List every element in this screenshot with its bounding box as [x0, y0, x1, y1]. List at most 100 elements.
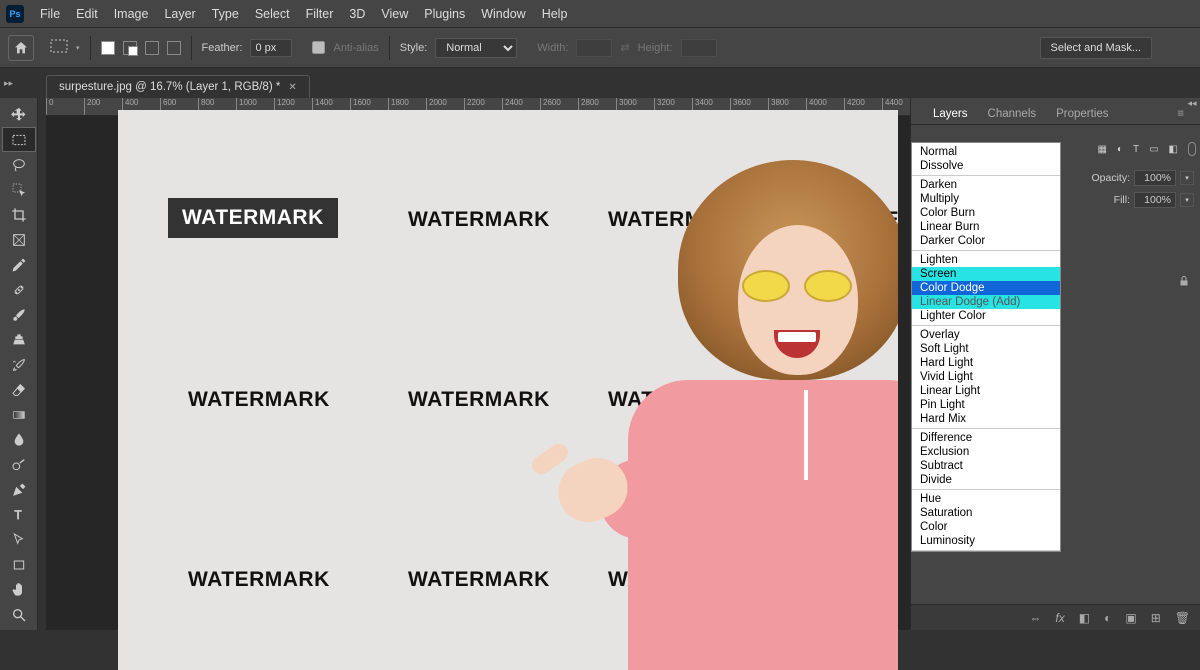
style-select[interactable]: Normal: [435, 38, 517, 58]
blend-mode-option[interactable]: Saturation: [912, 506, 1060, 520]
eyedropper-tool[interactable]: [2, 252, 36, 277]
blend-mode-option[interactable]: Lighten: [912, 253, 1060, 267]
shape-tool[interactable]: [2, 552, 36, 577]
new-layer-icon[interactable]: ⊞: [1151, 611, 1161, 625]
group-icon[interactable]: ▣: [1125, 611, 1136, 625]
delete-layer-icon[interactable]: 🗑: [1175, 611, 1190, 625]
marquee-tool-icon[interactable]: [50, 39, 68, 56]
pen-tool[interactable]: [2, 477, 36, 502]
blend-mode-option[interactable]: Color: [912, 520, 1060, 534]
blur-tool[interactable]: [2, 427, 36, 452]
menu-window[interactable]: Window: [473, 7, 533, 21]
spot-healing-tool[interactable]: [2, 277, 36, 302]
blend-mode-option[interactable]: Hue: [912, 492, 1060, 506]
hand-tool[interactable]: [2, 577, 36, 602]
blend-mode-dropdown[interactable]: NormalDissolveDarkenMultiplyColor BurnLi…: [911, 142, 1061, 552]
menu-filter[interactable]: Filter: [298, 7, 342, 21]
tab-channels[interactable]: Channels: [978, 104, 1047, 124]
lasso-tool[interactable]: [2, 152, 36, 177]
gradient-tool[interactable]: [2, 402, 36, 427]
blend-mode-option[interactable]: Exclusion: [912, 445, 1060, 459]
document-canvas[interactable]: WATERMARK WATERMARK WATERMARK WATERMARK …: [118, 110, 898, 670]
blend-mode-option[interactable]: Pin Light: [912, 398, 1060, 412]
select-and-mask-button[interactable]: Select and Mask...: [1040, 37, 1153, 59]
blend-mode-option[interactable]: Color Dodge: [912, 281, 1060, 295]
zoom-tool[interactable]: [2, 602, 36, 627]
menu-file[interactable]: File: [32, 7, 68, 21]
object-selection-tool[interactable]: [2, 177, 36, 202]
dodge-tool[interactable]: [2, 452, 36, 477]
document-tab[interactable]: surpesture.jpg @ 16.7% (Layer 1, RGB/8) …: [46, 75, 310, 98]
selection-subtract-icon[interactable]: [145, 41, 159, 55]
menu-plugins[interactable]: Plugins: [416, 7, 473, 21]
menu-view[interactable]: View: [373, 7, 416, 21]
layer-fx-icon[interactable]: fx: [1055, 611, 1064, 625]
expand-panel-icon[interactable]: ▸▸: [4, 78, 13, 89]
clone-stamp-tool[interactable]: [2, 327, 36, 352]
selection-intersect-icon[interactable]: [167, 41, 181, 55]
blend-mode-option[interactable]: Linear Light: [912, 384, 1060, 398]
blend-mode-option[interactable]: Hard Mix: [912, 412, 1060, 426]
blend-mode-option[interactable]: Screen: [912, 267, 1060, 281]
blend-mode-option[interactable]: Dissolve: [912, 159, 1060, 173]
filter-pixel-icon[interactable]: ▦: [1097, 144, 1106, 155]
blend-mode-option[interactable]: Linear Burn: [912, 220, 1060, 234]
link-layers-icon[interactable]: ⇔: [1029, 611, 1041, 625]
collapse-panel-icon[interactable]: ◂◂: [1184, 98, 1200, 116]
opacity-dropdown-icon[interactable]: ▾: [1180, 171, 1194, 185]
blend-mode-option[interactable]: Subtract: [912, 459, 1060, 473]
menu-edit[interactable]: Edit: [68, 7, 106, 21]
blend-mode-option[interactable]: Color Burn: [912, 206, 1060, 220]
blend-mode-option[interactable]: Multiply: [912, 192, 1060, 206]
type-tool[interactable]: T: [2, 502, 36, 527]
brush-tool[interactable]: [2, 302, 36, 327]
menu-type[interactable]: Type: [204, 7, 247, 21]
blend-mode-option[interactable]: Hard Light: [912, 356, 1060, 370]
blend-mode-option[interactable]: Soft Light: [912, 342, 1060, 356]
antialias-label: Anti-alias: [333, 42, 378, 54]
blend-mode-option[interactable]: Darker Color: [912, 234, 1060, 248]
filter-shape-icon[interactable]: ▭: [1149, 144, 1158, 155]
filter-toggle-icon[interactable]: [1188, 142, 1196, 156]
crop-tool[interactable]: [2, 202, 36, 227]
blend-mode-option[interactable]: Linear Dodge (Add): [912, 295, 1060, 309]
frame-tool[interactable]: [2, 227, 36, 252]
home-button[interactable]: [8, 35, 34, 61]
menu-select[interactable]: Select: [247, 7, 298, 21]
blend-mode-option[interactable]: Overlay: [912, 328, 1060, 342]
blend-mode-option[interactable]: Normal: [912, 145, 1060, 159]
history-brush-tool[interactable]: [2, 352, 36, 377]
tab-layers[interactable]: Layers: [923, 104, 978, 124]
layer-filter-row: ▦ ◐ T ▭ ◧: [1097, 142, 1196, 156]
lock-icon[interactable]: [1178, 274, 1190, 293]
blend-mode-option[interactable]: Luminosity: [912, 534, 1060, 548]
fill-dropdown-icon[interactable]: ▾: [1180, 193, 1194, 207]
selection-new-icon[interactable]: [101, 41, 115, 55]
menu-3d[interactable]: 3D: [341, 7, 373, 21]
blend-mode-option[interactable]: Darken: [912, 178, 1060, 192]
adjustment-layer-icon[interactable]: ◐: [1104, 611, 1111, 625]
filter-smart-icon[interactable]: ◧: [1169, 144, 1178, 155]
menu-layer[interactable]: Layer: [156, 7, 203, 21]
menu-image[interactable]: Image: [106, 7, 157, 21]
opacity-value[interactable]: 100%: [1134, 170, 1176, 186]
fill-value[interactable]: 100%: [1134, 192, 1176, 208]
selection-add-icon[interactable]: [123, 41, 137, 55]
canvas-area[interactable]: WATERMARK WATERMARK WATERMARK WATERMARK …: [46, 116, 910, 630]
blend-mode-option[interactable]: Lighter Color: [912, 309, 1060, 323]
tab-properties[interactable]: Properties: [1046, 104, 1118, 124]
layer-mask-icon[interactable]: ◧: [1079, 611, 1090, 625]
close-tab-icon[interactable]: ✕: [288, 82, 296, 93]
marquee-tool[interactable]: [2, 127, 36, 152]
eraser-tool[interactable]: [2, 377, 36, 402]
move-tool[interactable]: [2, 102, 36, 127]
filter-adjust-icon[interactable]: ◐: [1117, 144, 1123, 155]
feather-input[interactable]: [250, 39, 292, 57]
blend-mode-option[interactable]: Vivid Light: [912, 370, 1060, 384]
menu-help[interactable]: Help: [534, 7, 576, 21]
path-selection-tool[interactable]: [2, 527, 36, 552]
blend-mode-option[interactable]: Divide: [912, 473, 1060, 487]
blend-mode-option[interactable]: Difference: [912, 431, 1060, 445]
filter-type-icon[interactable]: T: [1133, 144, 1139, 155]
swap-wh-icon: ⇄: [620, 41, 629, 54]
